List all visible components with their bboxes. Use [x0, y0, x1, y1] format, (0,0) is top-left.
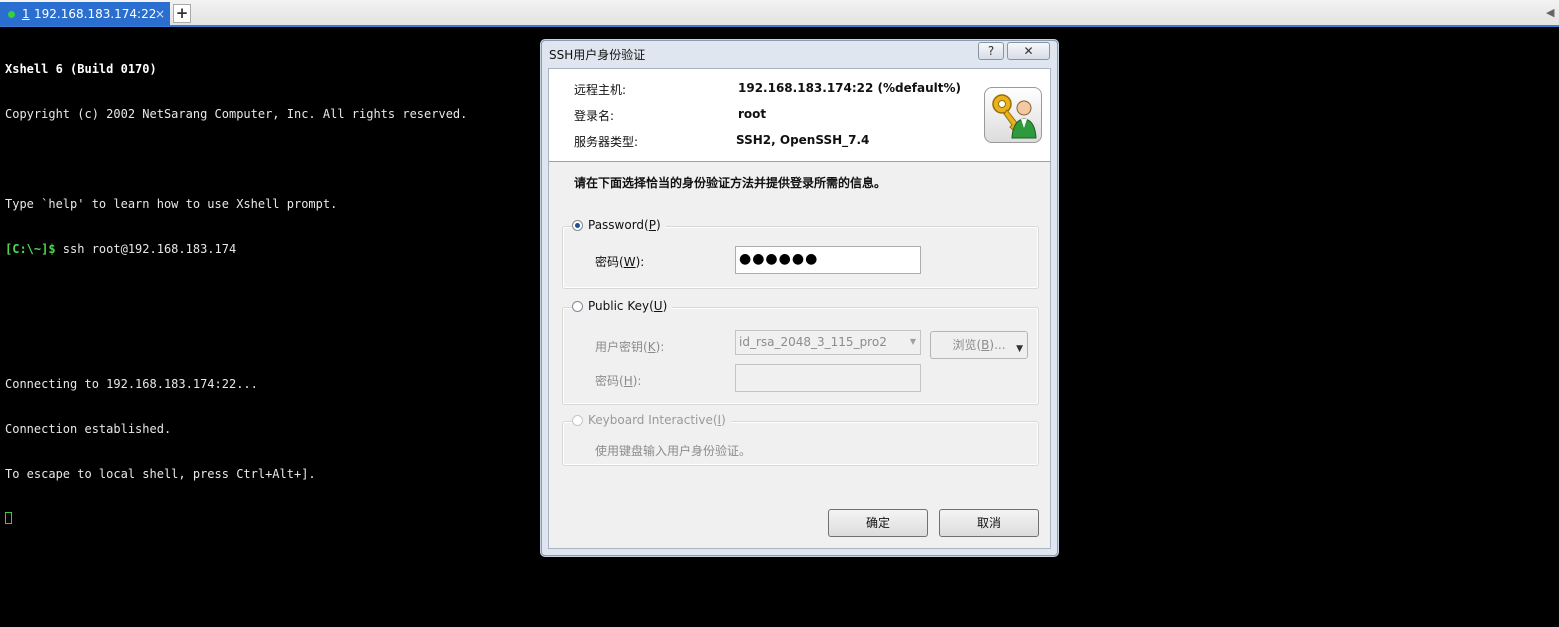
- terminal-line: Type `help' to learn how to use Xshell p…: [5, 197, 338, 211]
- new-tab-button[interactable]: +: [173, 4, 191, 23]
- terminal-line: [C:\~]$ ssh root@192.168.183.174: [5, 242, 535, 257]
- server-type-value: SSH2, OpenSSH_7.4: [736, 133, 870, 147]
- tab-title: 192.168.183.174:22: [34, 7, 157, 21]
- help-button[interactable]: ?: [978, 42, 1004, 60]
- tab-close-icon[interactable]: ×: [155, 2, 165, 26]
- terminal-output[interactable]: Xshell 6 (Build 0170) Copyright (c) 2002…: [5, 32, 535, 542]
- dialog-title: SSH用户身份验证: [549, 48, 646, 62]
- terminal-line: Connecting to 192.168.183.174:22...: [5, 377, 258, 391]
- user-key-label: 用户密钥(K):: [595, 340, 665, 354]
- browse-button[interactable]: 浏览(B)... ▼: [930, 331, 1028, 359]
- terminal-line: Xshell 6 (Build 0170): [5, 62, 157, 76]
- session-tab-bar: 1 192.168.183.174:22 × + ◀: [0, 0, 1559, 27]
- remote-host-value: 192.168.183.174:22 (%default%): [738, 81, 962, 95]
- keyboard-interactive-description: 使用键盘输入用户身份验证。: [595, 444, 752, 458]
- terminal-line: [5, 512, 535, 527]
- keyboard-interactive-radio[interactable]: Keyboard Interactive(I): [572, 412, 731, 428]
- keyboard-interactive-radio-icon[interactable]: [572, 415, 583, 426]
- user-key-icon: [984, 87, 1042, 143]
- shell-prompt: [C:\~]$: [5, 242, 56, 256]
- terminal-line: To escape to local shell, press Ctrl+Alt…: [5, 467, 316, 481]
- dialog-body: 远程主机: 192.168.183.174:22 (%default%) 登录名…: [548, 68, 1051, 549]
- command-text: ssh root@192.168.183.174: [55, 242, 237, 256]
- connection-info-panel: 远程主机: 192.168.183.174:22 (%default%) 登录名…: [549, 69, 1050, 162]
- auth-instruction: 请在下面选择恰当的身份验证方法并提供登录所需的信息。: [574, 176, 887, 190]
- public-key-group: Public Key(U) 用户密钥(K): id_rsa_2048_3_115…: [562, 298, 1039, 405]
- password-radio[interactable]: Password(P): [572, 217, 666, 233]
- public-key-radio-icon[interactable]: [572, 301, 583, 312]
- terminal-line: Copyright (c) 2002 NetSarang Computer, I…: [5, 107, 468, 121]
- password-field[interactable]: ●●●●●●: [735, 246, 921, 274]
- passphrase-label: 密码(H):: [595, 374, 642, 388]
- password-field-label: 密码(W):: [595, 255, 645, 269]
- login-name-label: 登录名:: [574, 109, 615, 123]
- passphrase-field[interactable]: [735, 364, 921, 392]
- cancel-button[interactable]: 取消: [939, 509, 1039, 537]
- login-name-value: root: [738, 107, 767, 121]
- connected-status-icon: [8, 11, 15, 18]
- user-key-selected: id_rsa_2048_3_115_pro2: [739, 335, 887, 349]
- session-tab[interactable]: 1 192.168.183.174:22 ×: [0, 2, 170, 26]
- close-button[interactable]: ✕: [1007, 42, 1050, 60]
- ssh-auth-dialog: SSH用户身份验证 ? ✕ 远程主机: 192.168.183.174:22 (…: [541, 40, 1058, 556]
- user-key-select[interactable]: id_rsa_2048_3_115_pro2 ▼: [735, 330, 921, 355]
- public-key-radio[interactable]: Public Key(U): [572, 298, 673, 314]
- tab-scroll-left-icon[interactable]: ◀: [1546, 6, 1554, 19]
- ok-button[interactable]: 确定: [828, 509, 928, 537]
- remote-host-label: 远程主机:: [574, 83, 627, 97]
- terminal-cursor: [5, 512, 12, 524]
- chevron-down-icon: ▼: [909, 337, 916, 346]
- server-type-label: 服务器类型:: [574, 135, 639, 149]
- tab-number: 1: [22, 7, 30, 21]
- password-radio-icon[interactable]: [572, 220, 583, 231]
- terminal-line: Connection established.: [5, 422, 172, 436]
- dropdown-arrow-icon: ▼: [1016, 344, 1023, 354]
- keyboard-interactive-group: Keyboard Interactive(I) 使用键盘输入用户身份验证。: [562, 412, 1039, 466]
- password-group: Password(P) 密码(W): ●●●●●●: [562, 217, 1039, 289]
